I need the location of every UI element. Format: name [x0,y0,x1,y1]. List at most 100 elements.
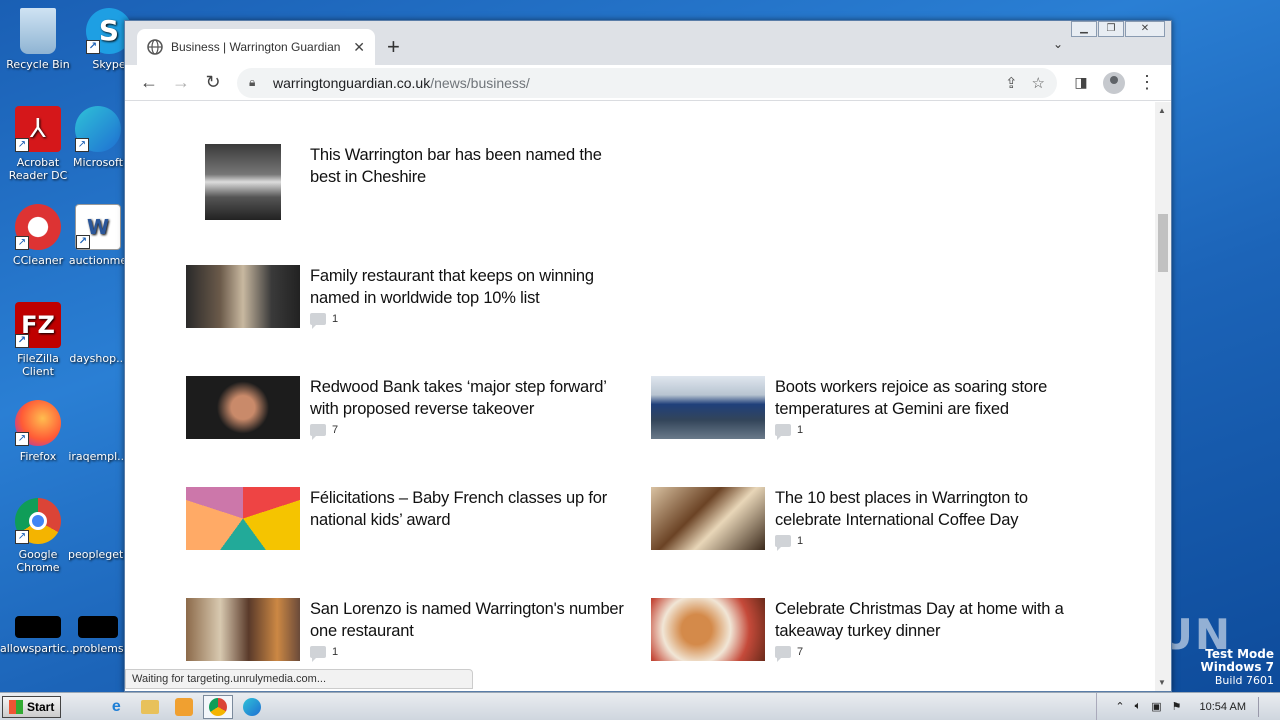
tab-strip: Business | Warrington Guardian ✕ + ⌄ ▁ ❐… [125,21,1171,65]
article-card[interactable]: Family restaurant that keeps on winning … [186,265,630,329]
file-icon [75,302,121,348]
article-card[interactable]: Celebrate Christmas Day at home with a t… [651,598,1085,662]
page-scrollbar[interactable]: ▲ ▼ [1155,102,1171,691]
bookmark-star-icon[interactable]: ☆ [1032,74,1045,92]
desktop-icon-label: CCleaner [12,254,64,267]
comment-count[interactable]: 1 [310,646,630,662]
network-icon[interactable]: ▣ [1151,700,1161,713]
show-desktop-button[interactable] [1258,696,1272,717]
back-arrow-icon[interactable]: ← [133,67,165,99]
article-thumbnail[interactable] [186,598,300,661]
article-card[interactable]: Boots workers rejoice as soaring store t… [651,376,1085,440]
clock[interactable]: 10:54 AM [1200,701,1246,713]
comment-count[interactable]: 7 [775,646,1085,662]
desktop-icon-firefox[interactable]: ↗ Firefox [0,400,76,463]
comment-count[interactable]: 1 [775,535,1085,551]
tab-search-chevron-icon[interactable]: ⌄ [1053,37,1063,51]
black-file-icon [15,616,61,638]
article-headline[interactable]: San Lorenzo is named Warrington's number… [310,598,630,642]
desktop-icon-ccleaner[interactable]: ↗ CCleaner [0,204,76,267]
desktop-icon-peopleget[interactable]: peopleget... [68,498,134,561]
windows-flag-icon [9,699,23,714]
desktop-icon-edge[interactable]: ↗ Microsoft [68,106,128,169]
article-card[interactable]: Redwood Bank takes ‘major step forward’ … [186,376,630,440]
taskbar-chrome-icon[interactable] [203,694,234,719]
file-icon [75,498,121,544]
article-thumbnail[interactable] [205,144,281,220]
comment-bubble-icon [310,646,326,662]
side-panel-icon[interactable]: ◨ [1065,67,1097,99]
minimize-button[interactable]: ▁ [1071,21,1097,37]
test-mode-notice: Test Mode Windows 7 Build 7601 [1201,647,1274,688]
taskbar-media-player-icon[interactable] [169,695,199,719]
desktop-icon-label: problems [72,642,124,655]
new-tab-button[interactable]: + [387,34,400,60]
window-controls: ▁ ❐ ✕ [1070,21,1165,37]
close-tab-icon[interactable]: ✕ [353,39,365,56]
volume-icon[interactable]: 🔈︎ [1135,700,1142,713]
address-bar[interactable]: 🔒︎ warringtonguardian.co.uk/news/busines… [237,67,1057,98]
article-thumbnail[interactable] [186,265,300,328]
restore-button[interactable]: ❐ [1098,21,1124,37]
comment-count[interactable]: 1 [310,313,630,329]
desktop-icon-filezilla[interactable]: FZ ↗ FileZilla Client [0,302,76,378]
tab-business[interactable]: Business | Warrington Guardian ✕ [137,29,375,65]
article-headline[interactable]: Family restaurant that keeps on winning … [310,265,630,309]
tray-expand-icon[interactable]: ⌃ [1115,700,1124,713]
article-headline[interactable]: Redwood Bank takes ‘major step forward’ … [310,376,630,420]
article-headline[interactable]: The 10 best places in Warrington to cele… [775,487,1085,531]
article-card[interactable]: Félicitations – Baby French classes up f… [186,487,630,550]
article-headline[interactable]: This Warrington bar has been named the b… [310,144,630,188]
desktop-icon-problems[interactable]: problems [68,616,128,655]
close-window-button[interactable]: ✕ [1125,21,1165,37]
article-headline[interactable]: Celebrate Christmas Day at home with a t… [775,598,1085,642]
black-file-icon [78,616,118,638]
desktop-icon-recycle-bin[interactable]: Recycle Bin [0,8,76,71]
desktop-icon-label: Microsoft [72,156,124,169]
comment-count-value: 7 [332,424,339,436]
scrollbar-thumb[interactable] [1158,214,1168,272]
comment-bubble-icon [775,535,791,551]
acrobat-icon: ⅄ ↗ [15,106,61,152]
start-label: Start [27,699,55,714]
article-thumbnail[interactable] [186,487,300,550]
article-headline[interactable]: Félicitations – Baby French classes up f… [310,487,630,531]
profile-avatar-icon[interactable] [1103,71,1125,94]
start-button[interactable]: Start [2,695,62,718]
article-headline[interactable]: Boots workers rejoice as soaring store t… [775,376,1085,420]
taskbar-edge-icon[interactable] [237,695,267,719]
desktop-icon-auctionme[interactable]: W ↗ auctionme [68,204,128,267]
article-card[interactable]: This Warrington bar has been named the b… [205,144,630,220]
desktop-icon-acrobat[interactable]: ⅄ ↗ Acrobat Reader DC [0,106,76,182]
desktop-icon-iraqempl[interactable]: iraqempl... [68,400,128,463]
test-mode-line: Test Mode [1205,647,1274,661]
page-content: This Warrington bar has been named the b… [125,102,1155,691]
comment-count[interactable]: 1 [775,424,1085,440]
desktop-icon-dayshop[interactable]: dayshop... [68,302,128,365]
forward-arrow-icon[interactable]: → [165,67,197,99]
article-thumbnail[interactable] [651,376,765,439]
article-card[interactable]: The 10 best places in Warrington to cele… [651,487,1085,551]
menu-kebab-icon[interactable]: ⋮ [1131,67,1163,99]
comment-count[interactable]: 7 [310,424,630,440]
share-icon[interactable]: ⇪ [1005,74,1018,92]
scroll-down-arrow-icon[interactable]: ▼ [1158,678,1166,687]
comment-bubble-icon [310,313,326,329]
system-tray: ⌃ 🔈︎ ▣ ⚑ 10:54 AM [1096,692,1280,720]
taskbar-ie-icon[interactable]: e [101,695,131,719]
build-line: Build 7601 [1214,674,1274,687]
taskbar-explorer-icon[interactable] [135,695,165,719]
desktop-icon-allowsparticipants[interactable]: allowspartic... [0,616,76,655]
action-center-flag-icon[interactable]: ⚑ [1172,700,1182,713]
reload-icon[interactable]: ↻ [197,67,229,99]
comment-bubble-icon [310,424,326,440]
lock-icon: 🔒︎ [249,75,256,89]
scroll-up-arrow-icon[interactable]: ▲ [1158,106,1166,115]
article-thumbnail[interactable] [651,598,765,661]
article-card[interactable]: San Lorenzo is named Warrington's number… [186,598,630,662]
desktop-icon-label: Google Chrome [16,548,60,574]
article-thumbnail[interactable] [651,487,765,550]
article-thumbnail[interactable] [186,376,300,439]
desktop-icon-chrome[interactable]: ↗ Google Chrome [0,498,76,574]
chrome-icon: ↗ [15,498,61,544]
